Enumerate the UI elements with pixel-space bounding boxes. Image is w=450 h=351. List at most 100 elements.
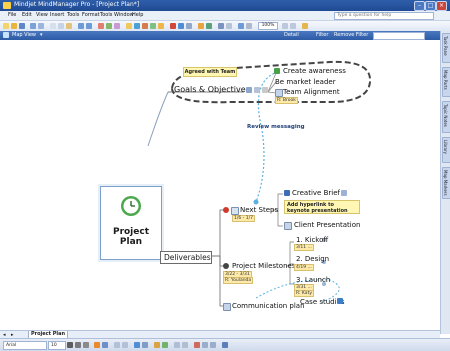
topic-market-leader[interactable]: Be market leader: [275, 78, 336, 86]
redo-icon[interactable]: [86, 23, 92, 29]
open-icon[interactable]: [11, 23, 17, 29]
attachment-icon[interactable]: [150, 23, 156, 29]
menu-window[interactable]: Window: [114, 12, 134, 18]
filter-button[interactable]: Filter: [316, 32, 328, 38]
icon-picker-icon[interactable]: [154, 342, 160, 348]
shape-icon[interactable]: [122, 342, 128, 348]
focus-icon[interactable]: [222, 342, 228, 348]
underline-icon[interactable]: [83, 342, 89, 348]
topic-kickoff[interactable]: 1. Kickoff: [296, 236, 328, 244]
zoom-field[interactable]: 100%: [258, 22, 278, 30]
italic-icon[interactable]: [75, 342, 81, 348]
expand-icon[interactable]: [202, 342, 208, 348]
menu-file[interactable]: File: [8, 12, 16, 18]
balance-map-icon[interactable]: [174, 342, 180, 348]
document-icon: [337, 298, 343, 304]
detail-button[interactable]: Detail: [284, 32, 299, 38]
menu-insert[interactable]: Insert: [50, 12, 64, 18]
topic-icon[interactable]: [98, 23, 104, 29]
topic-next-steps[interactable]: Next Steps: [240, 206, 278, 214]
resources-icon[interactable]: [206, 23, 212, 29]
paste-icon[interactable]: [66, 23, 72, 29]
side-tab-topic-notes[interactable]: Topic Notes: [442, 101, 450, 133]
topic-launch[interactable]: 3. Launch: [296, 276, 330, 284]
hyperlink-icon[interactable]: [142, 23, 148, 29]
help-search-input[interactable]: Type a question for help: [334, 12, 434, 20]
presentation-icon[interactable]: [302, 23, 308, 29]
tag-icon[interactable]: [162, 342, 168, 348]
notes-icon[interactable]: [254, 87, 260, 93]
subtopic-icon[interactable]: [106, 23, 112, 29]
font-name-select[interactable]: Arial: [3, 341, 47, 350]
copy-icon[interactable]: [58, 23, 64, 29]
agreed-callout[interactable]: Agreed with Team: [183, 67, 237, 77]
task-icon[interactable]: [198, 23, 204, 29]
topic-deliverables[interactable]: Deliverables: [160, 251, 212, 264]
relationship-icon[interactable]: [126, 23, 132, 29]
save-icon[interactable]: [19, 23, 25, 29]
menu-help[interactable]: Help: [132, 12, 143, 18]
image-icon[interactable]: [178, 23, 184, 29]
cut-icon[interactable]: [50, 23, 56, 29]
font-color-icon[interactable]: [102, 342, 108, 348]
marker-icon[interactable]: [170, 23, 176, 29]
topic-communication-plan[interactable]: Communication plan: [232, 302, 305, 310]
map-view-label[interactable]: Map View: [12, 32, 36, 38]
zoom-out-icon[interactable]: [290, 23, 296, 29]
side-tab-library[interactable]: Library: [442, 137, 450, 163]
outline-icon[interactable]: [246, 23, 252, 29]
align-icon[interactable]: [114, 342, 120, 348]
menu-tools[interactable]: Tools: [100, 12, 112, 18]
boundary-icon[interactable]: [134, 23, 140, 29]
side-tab-map-markers[interactable]: Map Markers: [442, 167, 450, 199]
relationship-label[interactable]: Review messaging: [247, 124, 305, 130]
topic-project-milestones[interactable]: Project Milestones: [232, 262, 295, 270]
fill-color-icon[interactable]: [134, 342, 140, 348]
menu-view[interactable]: View: [36, 12, 48, 18]
minimize-button[interactable]: –: [414, 1, 425, 11]
send-icon[interactable]: [226, 23, 232, 29]
hyperlink-callout[interactable]: Add hyperlink to keynote presentation: [284, 200, 360, 214]
map-search-input[interactable]: [373, 32, 425, 40]
filter-icon[interactable]: [194, 342, 200, 348]
remove-filter-button[interactable]: Remove Filter: [334, 32, 368, 38]
preview-icon[interactable]: [38, 23, 44, 29]
close-button[interactable]: ×: [436, 1, 447, 11]
print-icon[interactable]: [30, 23, 36, 29]
side-tab-map-parts[interactable]: Map Parts: [442, 67, 450, 97]
font-size-select[interactable]: 10: [48, 341, 66, 350]
topic-goals-objectives[interactable]: Goals & Objectives: [174, 85, 250, 94]
link-icon[interactable]: [262, 87, 268, 93]
zoom-in-icon[interactable]: [282, 23, 288, 29]
topic-design[interactable]: 2. Design: [296, 255, 329, 263]
window-title: Mindjet MindManager Pro - [Project Plan*…: [14, 1, 140, 8]
export-icon[interactable]: [218, 23, 224, 29]
milestone-resource-tag: R: Youlanda: [223, 277, 254, 284]
layout-icon[interactable]: [182, 342, 188, 348]
attachment-icon[interactable]: [246, 87, 252, 93]
topic-team-alignment[interactable]: Team Alignment: [283, 88, 340, 96]
menu-edit[interactable]: Edit: [22, 12, 32, 18]
new-icon[interactable]: [3, 23, 9, 29]
topic-client-presentation[interactable]: Client Presentation: [294, 221, 360, 229]
menu-format[interactable]: Format: [82, 12, 100, 18]
map-view-icon[interactable]: [238, 23, 244, 29]
bold-icon[interactable]: [67, 342, 73, 348]
side-tab-task-pane[interactable]: Task Pane: [442, 33, 450, 63]
line-color-icon[interactable]: [142, 342, 148, 348]
attachment-icon[interactable]: [341, 190, 347, 196]
chevron-down-icon[interactable]: ▾: [40, 32, 43, 38]
notes-icon[interactable]: [158, 23, 164, 29]
topic-create-awareness[interactable]: Create awareness: [283, 67, 346, 75]
maximize-button[interactable]: □: [425, 1, 436, 11]
collapse-icon[interactable]: [210, 342, 216, 348]
map-canvas[interactable]: Project Plan Agreed with Team Goals & Ob…: [0, 40, 440, 330]
undo-icon[interactable]: [78, 23, 84, 29]
callout-icon[interactable]: [114, 23, 120, 29]
spell-icon[interactable]: [186, 23, 192, 29]
central-topic[interactable]: Project Plan: [100, 186, 162, 260]
highlight-icon[interactable]: [94, 342, 100, 348]
menu-tools-a[interactable]: Tools: [67, 12, 79, 18]
task-icon: [223, 303, 231, 311]
topic-creative-brief[interactable]: Creative Brief: [292, 189, 340, 197]
